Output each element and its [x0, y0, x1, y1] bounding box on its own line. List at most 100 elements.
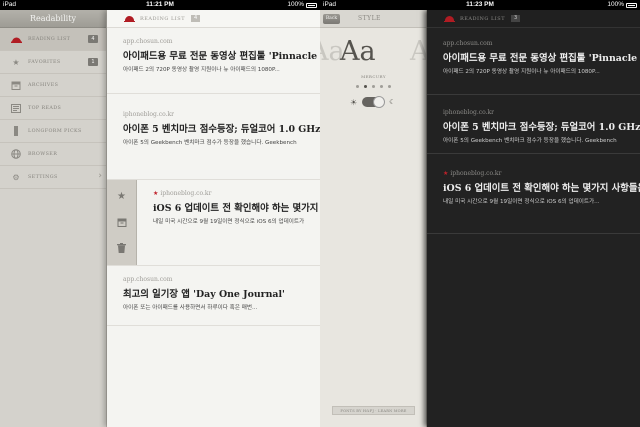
- right-screen: iPad 11:23 PM 100% Back STYLE Aa Aa Aa M…: [320, 0, 640, 427]
- left-screen: iPad 11:21 PM 100% Readability READING L…: [0, 0, 320, 427]
- style-panel: Back STYLE Aa Aa Aa MERCURY ☀ ☾ FONTS BY…: [320, 10, 427, 427]
- article-excerpt: 아이폰 5의 Geekbench 벤치마크 점수가 등장을 했습니다. Geek…: [443, 138, 617, 144]
- status-bar: iPad 11:23 PM 100%: [320, 0, 640, 10]
- archive-icon[interactable]: [115, 215, 129, 229]
- count-badge: 3: [511, 15, 521, 22]
- sidebar-item-label: FAVORITES: [28, 59, 61, 65]
- star-icon: ★: [12, 57, 20, 67]
- back-button[interactable]: Back: [323, 13, 340, 24]
- font-sample-next[interactable]: Aa: [410, 36, 426, 67]
- sidebar-item-archives[interactable]: ARCHIVES: [0, 74, 106, 97]
- article-title: 아이패드용 무료 전문 동영상 편집툴 'Pinnacle Studio': [443, 53, 640, 64]
- article-domain: ★ iphoneblog.co.kr: [443, 170, 502, 177]
- sidebar-item-label: SETTINGS: [28, 174, 58, 180]
- page-dot: [372, 85, 375, 88]
- article-excerpt: 아이폰 5의 Geekbench 벤치마크 점수가 등장을 했습니다. Geek…: [123, 140, 297, 146]
- article-title: 아이패드용 무료 전문 동영상 편집툴 'Pinnacle Studio': [123, 51, 320, 62]
- readability-logo-icon: [444, 15, 455, 22]
- sidebar-item-label: LONGFORM PICKS: [28, 128, 82, 134]
- page-dot: [356, 85, 359, 88]
- article-excerpt: 아이패드 2의 720P 동영상 촬영 지원이나 뉴 아이패드의 1080P..…: [123, 67, 280, 73]
- article-domain: ★ iphoneblog.co.kr: [153, 190, 212, 197]
- page-dot: [364, 85, 367, 88]
- list-title: READING LIST: [460, 15, 506, 22]
- style-header: Back STYLE: [320, 10, 426, 28]
- article-domain: app.chosun.com: [123, 38, 173, 45]
- article-body: ★ iphoneblog.co.kr iOS 6 업데이트 전 확인해야 하는 몇…: [153, 190, 320, 225]
- battery-status: 100%: [607, 0, 637, 10]
- sidebar-item-label: READING LIST: [28, 36, 71, 42]
- trash-icon[interactable]: [115, 241, 129, 255]
- article-excerpt: 아이패드 2의 720P 동영상 촬영 지원이나 뉴 아이패드의 1080P..…: [443, 69, 600, 75]
- list-item[interactable]: ★ iphoneblog.co.kr iOS 6 업데이트 전 확인해야 하는 몇…: [427, 154, 640, 234]
- list-item[interactable]: app.chosun.com 아이패드용 무료 전문 동영상 편집툴 'Pinn…: [427, 28, 640, 95]
- sidebar-item-browser[interactable]: BROWSER: [0, 143, 106, 166]
- page-dot: [380, 85, 383, 88]
- font-name: MERCURY: [361, 74, 386, 79]
- theme-toggle-row: ☀ ☾: [350, 96, 395, 108]
- sidebar-item-settings[interactable]: ⚙ SETTINGS ›: [0, 166, 106, 189]
- battery-icon: [306, 2, 317, 8]
- app-title: Readability: [0, 10, 106, 28]
- font-page-dots[interactable]: [320, 85, 426, 88]
- archive-icon: [10, 80, 22, 90]
- sidebar-item-label: TOP READS: [28, 105, 62, 111]
- list-item[interactable]: iphoneblog.co.kr 아이폰 5 벤치마크 점수등장; 듀얼코어 1…: [427, 95, 640, 154]
- clock: 11:21 PM: [146, 1, 174, 8]
- style-title: STYLE: [358, 15, 381, 22]
- sidebar: Readability READING LIST 4 ★ FAVORITES 1…: [0, 10, 107, 427]
- list-item[interactable]: app.chosun.com 최고의 일기장 앱 'Day One Journa…: [107, 266, 320, 326]
- list-item[interactable]: app.chosun.com 아이패드용 무료 전문 동영상 편집툴 'Pinn…: [107, 28, 320, 94]
- list-title: READING LIST: [140, 15, 186, 22]
- article-domain: iphoneblog.co.kr: [443, 109, 495, 116]
- top-reads-icon: [10, 103, 22, 113]
- battery-percent: 100%: [607, 1, 624, 8]
- article-domain: app.chosun.com: [443, 40, 493, 47]
- battery-percent: 100%: [287, 1, 304, 8]
- gear-icon: ⚙: [12, 172, 20, 182]
- longform-icon: [10, 126, 22, 136]
- sidebar-item-label: BROWSER: [28, 151, 58, 157]
- favorited-star-icon: ★: [443, 170, 449, 177]
- list-item[interactable]: ★ ★ iphoneblog.co.kr iOS 6 업데이트 전 확인해야 하는…: [107, 180, 320, 266]
- readability-logo-icon: [124, 15, 135, 22]
- favorited-star-icon: ★: [153, 190, 159, 197]
- article-excerpt: 내일 미국 시간으로 9월 19일이면 정식으로 iOS 6의 업데이트가...: [443, 199, 600, 205]
- chevron-right-icon: ›: [98, 171, 102, 181]
- sun-icon: ☀: [350, 97, 358, 107]
- count-badge: 4: [88, 35, 98, 43]
- list-header: READING LIST 3: [427, 10, 640, 28]
- sidebar-item-favorites[interactable]: ★ FAVORITES 1: [0, 51, 106, 74]
- font-sample-current[interactable]: Aa: [340, 36, 376, 67]
- article-title: 아이폰 5 벤치마크 점수등장; 듀얼코어 1.0 GHz 탑재, GPU: [123, 124, 320, 135]
- clock: 11:23 PM: [466, 1, 494, 8]
- font-credits-link[interactable]: FONTS BY H&FJ · LEARN MORE: [332, 406, 415, 415]
- favorite-star-icon[interactable]: ★: [115, 190, 129, 204]
- swipe-actions: ★: [107, 180, 137, 265]
- sidebar-item-reading-list[interactable]: READING LIST 4: [0, 28, 106, 51]
- book-icon: [10, 34, 22, 44]
- article-excerpt: 아이폰 또는 아이패드를 사용하면서 하루이다 혹은 매번...: [123, 305, 258, 311]
- reading-list-panel: READING LIST 4 app.chosun.com 아이패드용 무료 전…: [107, 10, 320, 427]
- article-excerpt: 내일 미국 시간으로 9월 19일이면 정식으로 iOS 6의 업데이트가: [153, 219, 305, 225]
- night-mode-toggle[interactable]: [362, 96, 386, 108]
- battery-icon: [626, 2, 637, 8]
- article-domain: iphoneblog.co.kr: [123, 111, 175, 118]
- article-title: iOS 6 업데이트 전 확인해야 하는 몇가지 사항들은 아이패드: [443, 183, 640, 194]
- status-bar: iPad 11:21 PM 100%: [0, 0, 320, 10]
- article-title: 최고의 일기장 앱 'Day One Journal': [123, 289, 285, 300]
- sidebar-item-longform-picks[interactable]: LONGFORM PICKS: [0, 120, 106, 143]
- list-header: READING LIST 4: [107, 10, 320, 28]
- list-item[interactable]: iphoneblog.co.kr 아이폰 5 벤치마크 점수등장; 듀얼코어 1…: [107, 94, 320, 180]
- reading-list-panel-dark: READING LIST 3 app.chosun.com 아이패드용 무료 전…: [427, 10, 640, 427]
- sidebar-item-label: ARCHIVES: [28, 82, 59, 88]
- article-title: iOS 6 업데이트 전 확인해야 하는 몇가지 사항들: [153, 203, 320, 214]
- count-badge: 1: [88, 58, 98, 66]
- battery-status: 100%: [287, 0, 317, 10]
- sidebar-item-top-reads[interactable]: TOP READS: [0, 97, 106, 120]
- article-title: 아이폰 5 벤치마크 점수등장; 듀얼코어 1.0 GHz 탑재, GPU: [443, 122, 640, 133]
- count-badge: 4: [191, 15, 201, 22]
- page-dot: [388, 85, 391, 88]
- globe-icon: [10, 149, 22, 159]
- article-domain: app.chosun.com: [123, 276, 173, 283]
